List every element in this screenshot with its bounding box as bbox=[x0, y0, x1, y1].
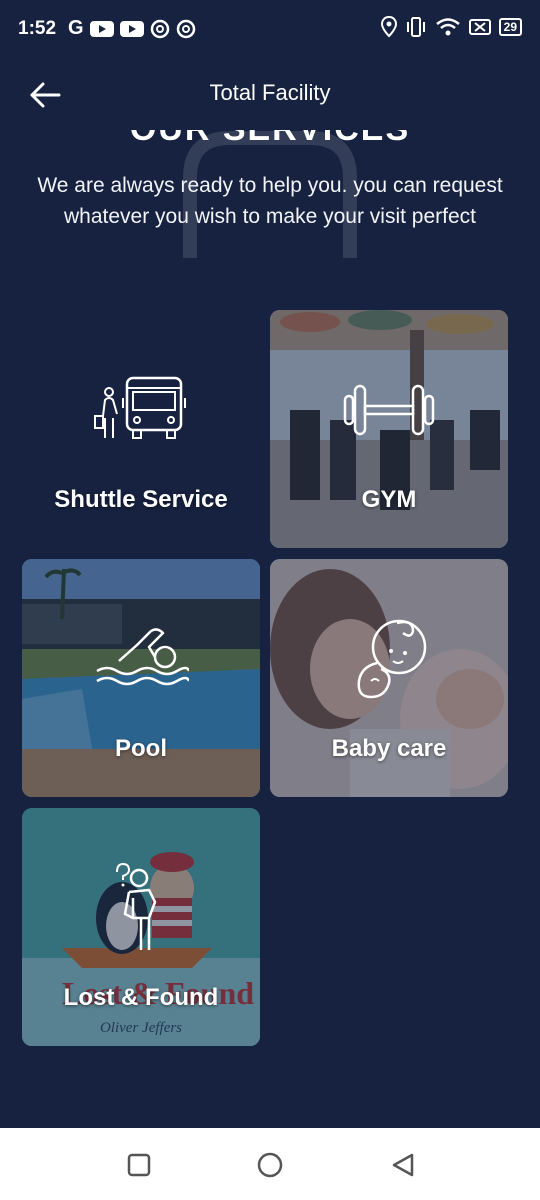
at-sign-icon bbox=[176, 19, 195, 38]
page-title: Total Facility bbox=[209, 80, 331, 105]
person-question-icon bbox=[116, 862, 157, 950]
service-card-baby-care[interactable]: Baby care bbox=[270, 559, 508, 797]
status-right-icons: 29 bbox=[380, 16, 522, 38]
service-card-shuttle[interactable]: Shuttle Service bbox=[22, 310, 260, 548]
vibrate-icon bbox=[406, 17, 425, 37]
swimmer-icon bbox=[96, 628, 189, 686]
service-label-pool: Pool bbox=[115, 735, 167, 762]
service-card-gym[interactable]: GYM bbox=[270, 310, 508, 548]
service-label-shuttle: Shuttle Service bbox=[54, 486, 228, 513]
section-heading-clip: OUR SERVICES bbox=[0, 130, 540, 150]
service-label-lost-found: Lost & Found bbox=[63, 984, 219, 1011]
location-icon bbox=[380, 16, 397, 38]
youtube-icon bbox=[89, 20, 114, 37]
status-left-icons: G bbox=[68, 17, 196, 40]
no-sim-icon bbox=[468, 19, 491, 35]
at-sign-icon bbox=[150, 19, 169, 38]
shuttle-bus-icon bbox=[94, 376, 186, 439]
service-card-pool[interactable]: Pool bbox=[22, 559, 260, 797]
google-g-icon: G bbox=[68, 17, 84, 39]
battery-indicator: 29 bbox=[498, 18, 522, 36]
system-nav-bar bbox=[0, 1128, 540, 1200]
status-bar: 1:52 G 29 bbox=[0, 0, 540, 60]
service-label-gym: GYM bbox=[361, 486, 417, 513]
wifi-icon bbox=[435, 18, 460, 36]
service-card-lost-found[interactable]: Lost & Found Oliver Jeffers Lost & Found bbox=[22, 808, 260, 1046]
service-label-baby-care: Baby care bbox=[331, 735, 447, 762]
youtube-icon bbox=[119, 20, 144, 37]
back-triangle-icon[interactable] bbox=[388, 1150, 418, 1180]
home-circle-icon[interactable] bbox=[255, 1150, 285, 1180]
baby-icon bbox=[357, 619, 427, 699]
dumbbell-icon bbox=[343, 384, 435, 436]
status-time: 1:52 bbox=[18, 18, 57, 39]
section-heading: OUR SERVICES bbox=[0, 130, 540, 149]
recents-square-icon[interactable] bbox=[124, 1150, 154, 1180]
intro-subtitle: We are always ready to help you. you can… bbox=[37, 174, 503, 228]
